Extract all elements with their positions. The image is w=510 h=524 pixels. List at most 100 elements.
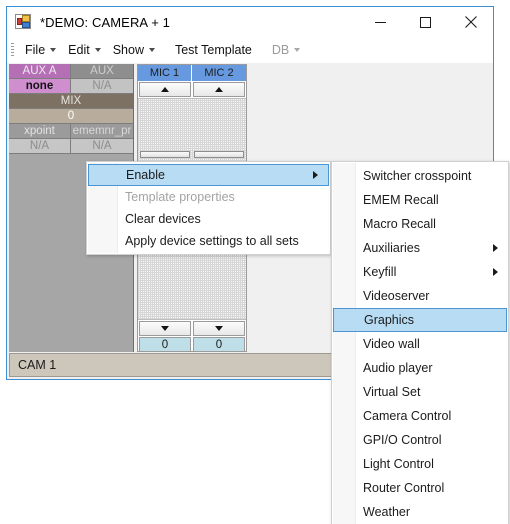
device-grid-row: none N/A bbox=[9, 79, 133, 94]
menu-grip-handle[interactable] bbox=[11, 43, 14, 56]
minimize-button[interactable] bbox=[358, 7, 403, 37]
screen-root: *DEMO: CAMERA + 1 File Edit Show Test Te… bbox=[0, 0, 510, 524]
menu-show[interactable]: Show bbox=[107, 40, 161, 60]
menu-bar: File Edit Show Test Template DB bbox=[7, 37, 493, 63]
context-menu-item-apply-device-settings[interactable]: Apply device settings to all sets bbox=[87, 230, 330, 252]
mix-header[interactable]: MIX bbox=[9, 94, 133, 109]
aux-a-header[interactable]: AUX A bbox=[9, 64, 71, 79]
menu-show-label: Show bbox=[112, 42, 144, 57]
mic-2-header[interactable]: MIC 2 bbox=[192, 65, 246, 81]
submenu-item-label: Video wall bbox=[363, 337, 420, 351]
menu-test-template-label: Test Template bbox=[174, 42, 252, 57]
submenu-item-router-control[interactable]: Router Control bbox=[332, 476, 508, 500]
submenu-item-label: Weather bbox=[363, 505, 411, 519]
mic-1-fader-column[interactable] bbox=[138, 151, 192, 158]
submenu-item-macro-recall[interactable]: Macro Recall bbox=[332, 212, 508, 236]
mic-decrement-row bbox=[138, 320, 246, 337]
submenu-item-graphics[interactable]: Graphics bbox=[333, 308, 507, 332]
device-grid-row: AUX A AUX bbox=[9, 64, 133, 79]
mic-1-value[interactable]: 0 bbox=[139, 337, 191, 352]
close-button[interactable] bbox=[448, 7, 493, 37]
submenu-item-auxiliaries[interactable]: Auxiliaries bbox=[332, 236, 508, 260]
submenu-item-label: Videoserver bbox=[363, 289, 430, 303]
submenu-enable: Switcher crosspoint EMEM Recall Macro Re… bbox=[331, 161, 509, 524]
mic-1-down-button[interactable] bbox=[139, 321, 191, 336]
xpoint-value[interactable]: N/A bbox=[9, 139, 71, 154]
submenu-item-weather[interactable]: Weather bbox=[332, 500, 508, 524]
chevron-down-icon bbox=[50, 47, 57, 52]
submenu-item-gpio-control[interactable]: GPI/O Control bbox=[332, 428, 508, 452]
mic-1-up-button[interactable] bbox=[139, 82, 191, 97]
submenu-item-label: Graphics bbox=[364, 313, 415, 327]
triangle-up-icon bbox=[215, 87, 223, 92]
mic-2-fader-column[interactable] bbox=[192, 151, 246, 158]
ememnr-value[interactable]: N/A bbox=[71, 139, 133, 154]
minimize-icon bbox=[375, 21, 386, 23]
submenu-item-label: Auxiliaries bbox=[363, 241, 420, 255]
submenu-item-label: Light Control bbox=[363, 457, 434, 471]
menu-file-label: File bbox=[25, 42, 46, 57]
context-menu-item-template-properties[interactable]: Template properties bbox=[87, 186, 330, 208]
submenu-item-label: Audio player bbox=[363, 361, 433, 375]
window-title: *DEMO: CAMERA + 1 bbox=[40, 14, 170, 30]
ememnr-header[interactable]: ememnr_pr bbox=[71, 124, 133, 139]
menu-edit[interactable]: Edit bbox=[62, 40, 107, 60]
menu-file[interactable]: File bbox=[19, 40, 62, 60]
submenu-item-audio-player[interactable]: Audio player bbox=[332, 356, 508, 380]
mic-1-fader-handle[interactable] bbox=[140, 151, 190, 158]
submenu-item-label: Macro Recall bbox=[363, 217, 436, 231]
menu-test-template[interactable]: Test Template bbox=[169, 40, 258, 60]
submenu-item-label: Virtual Set bbox=[363, 385, 421, 399]
chevron-right-icon bbox=[493, 268, 498, 276]
menu-db[interactable]: DB bbox=[266, 40, 306, 60]
context-menu-item-clear-devices[interactable]: Clear devices bbox=[87, 208, 330, 230]
submenu-item-label: EMEM Recall bbox=[363, 193, 439, 207]
menu-edit-label: Edit bbox=[68, 42, 90, 57]
submenu-item-label: Camera Control bbox=[363, 409, 452, 423]
menu-db-label: DB bbox=[271, 42, 290, 57]
mic-2-fader-handle[interactable] bbox=[194, 151, 244, 158]
submenu-item-camera-control[interactable]: Camera Control bbox=[332, 404, 508, 428]
window-controls bbox=[358, 7, 493, 37]
device-grid-row: MIX bbox=[9, 94, 133, 109]
chevron-down-icon bbox=[148, 47, 155, 52]
context-menu: Enable Template properties Clear devices… bbox=[86, 161, 331, 255]
mic-2-down-button[interactable] bbox=[193, 321, 245, 336]
context-menu-item-label: Template properties bbox=[125, 190, 235, 204]
mic-2-value[interactable]: 0 bbox=[193, 337, 245, 352]
xpoint-header[interactable]: xpoint bbox=[9, 124, 71, 139]
aux-header[interactable]: AUX bbox=[71, 64, 133, 79]
submenu-item-virtual-set[interactable]: Virtual Set bbox=[332, 380, 508, 404]
mic-2-up-button[interactable] bbox=[193, 82, 245, 97]
submenu-item-label: Keyfill bbox=[363, 265, 397, 279]
mix-value[interactable]: 0 bbox=[9, 109, 133, 124]
aux-a-value[interactable]: none bbox=[9, 79, 71, 94]
device-grid-row: xpoint ememnr_pr bbox=[9, 124, 133, 139]
form-designer-icon bbox=[15, 14, 31, 30]
submenu-item-label: Router Control bbox=[363, 481, 445, 495]
maximize-button[interactable] bbox=[403, 7, 448, 37]
chevron-right-icon bbox=[313, 171, 318, 179]
close-icon bbox=[464, 16, 477, 28]
triangle-down-icon bbox=[215, 326, 223, 331]
submenu-item-video-wall[interactable]: Video wall bbox=[332, 332, 508, 356]
submenu-item-label: Switcher crosspoint bbox=[363, 169, 472, 183]
mic-increment-row bbox=[138, 81, 246, 98]
context-menu-item-label: Apply device settings to all sets bbox=[125, 234, 299, 248]
triangle-up-icon bbox=[161, 87, 169, 92]
submenu-item-switcher-crosspoint[interactable]: Switcher crosspoint bbox=[332, 164, 508, 188]
submenu-item-light-control[interactable]: Light Control bbox=[332, 452, 508, 476]
submenu-item-emem-recall[interactable]: EMEM Recall bbox=[332, 188, 508, 212]
context-menu-item-enable[interactable]: Enable bbox=[88, 164, 329, 186]
mic-1-header[interactable]: MIC 1 bbox=[138, 65, 192, 81]
title-bar: *DEMO: CAMERA + 1 bbox=[7, 7, 493, 37]
aux-value[interactable]: N/A bbox=[71, 79, 133, 94]
submenu-item-label: GPI/O Control bbox=[363, 433, 442, 447]
submenu-item-videoserver[interactable]: Videoserver bbox=[332, 284, 508, 308]
context-menu-item-label: Enable bbox=[126, 168, 165, 182]
triangle-down-icon bbox=[161, 326, 169, 331]
chevron-down-icon bbox=[94, 47, 101, 52]
submenu-item-keyfill[interactable]: Keyfill bbox=[332, 260, 508, 284]
device-grid-row: N/A N/A bbox=[9, 139, 133, 154]
chevron-right-icon bbox=[493, 244, 498, 252]
